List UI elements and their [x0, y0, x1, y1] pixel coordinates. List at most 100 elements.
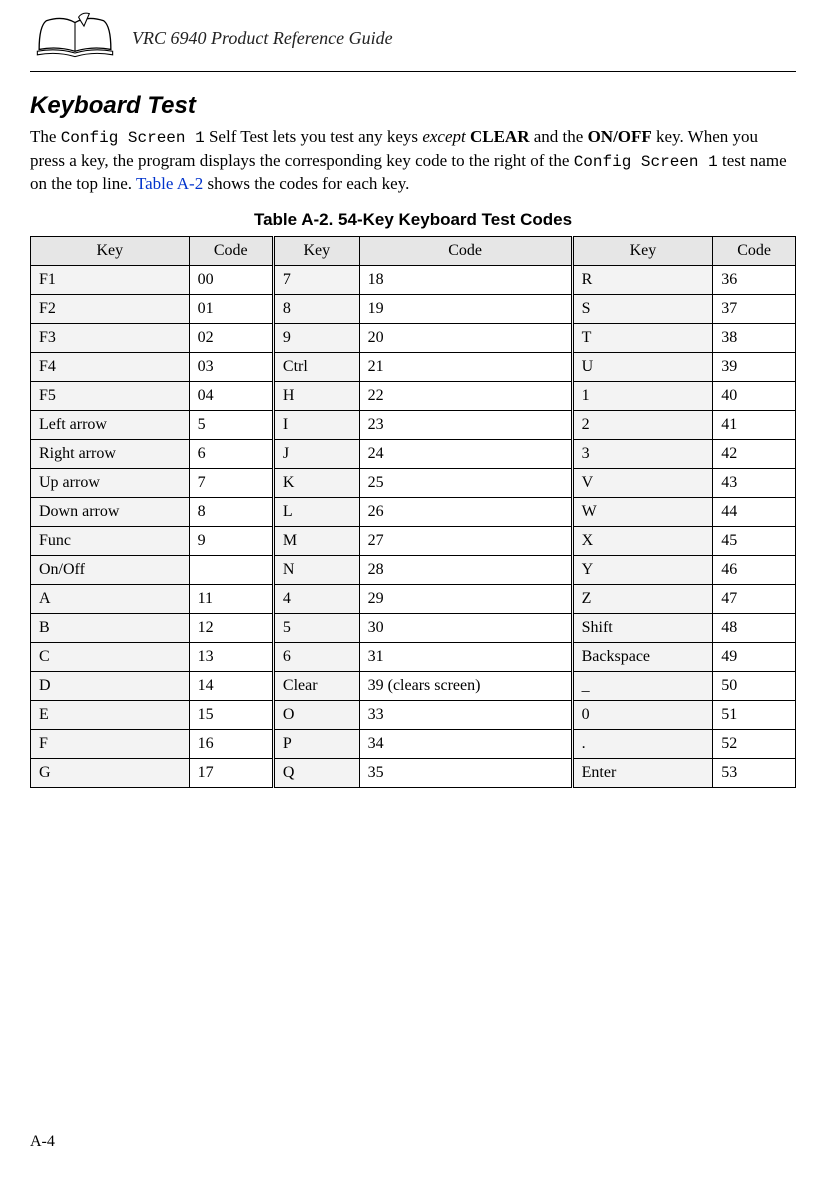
table-cell: 49	[713, 643, 796, 672]
text: The	[30, 127, 61, 146]
book-icon	[30, 10, 120, 67]
col-head-code: Code	[713, 237, 796, 266]
page-header: VRC 6940 Product Reference Guide	[30, 10, 796, 67]
table-cell: 4	[273, 585, 359, 614]
table-row: Left arrow5I23241	[31, 411, 796, 440]
table-row: F16P34.52	[31, 730, 796, 759]
table-cell: 9	[189, 527, 273, 556]
table-cell: B	[31, 614, 190, 643]
table-cell: 42	[713, 440, 796, 469]
table-row: E15O33051	[31, 701, 796, 730]
table-cell: F2	[31, 295, 190, 324]
col-head-key: Key	[273, 237, 359, 266]
table-cell: A	[31, 585, 190, 614]
section-heading: Keyboard Test	[30, 92, 796, 120]
table-cell: 46	[713, 556, 796, 585]
table-cell: M	[273, 527, 359, 556]
table-caption: Table A-2. 54-Key Keyboard Test Codes	[30, 210, 796, 230]
body-paragraph: The Config Screen 1 Self Test lets you t…	[30, 126, 796, 196]
table-cell: Q	[273, 759, 359, 788]
table-cell: 27	[359, 527, 572, 556]
table-cell: 17	[189, 759, 273, 788]
table-cell: 7	[273, 266, 359, 295]
table-cell: 48	[713, 614, 796, 643]
col-head-key: Key	[572, 237, 713, 266]
table-cell: 31	[359, 643, 572, 672]
table-cell: F4	[31, 353, 190, 382]
table-cell: D	[31, 672, 190, 701]
table-cell: K	[273, 469, 359, 498]
table-cell: 2	[572, 411, 713, 440]
table-cell: 44	[713, 498, 796, 527]
col-head-code: Code	[189, 237, 273, 266]
col-head-key: Key	[31, 237, 190, 266]
table-row: C13631Backspace49	[31, 643, 796, 672]
table-row: Right arrow6J24342	[31, 440, 796, 469]
table-cell	[189, 556, 273, 585]
table-row: Down arrow8L26W44	[31, 498, 796, 527]
header-underline	[30, 71, 796, 72]
table-cell: Left arrow	[31, 411, 190, 440]
table-cell: _	[572, 672, 713, 701]
table-cell: Enter	[572, 759, 713, 788]
table-cell: F1	[31, 266, 190, 295]
table-row: F403Ctrl21U39	[31, 353, 796, 382]
table-row: F302920T38	[31, 324, 796, 353]
table-cell: 5	[273, 614, 359, 643]
table-cell: 51	[713, 701, 796, 730]
table-cell: 36	[713, 266, 796, 295]
table-header-row: Key Code Key Code Key Code	[31, 237, 796, 266]
table-cell: Down arrow	[31, 498, 190, 527]
table-cell: Y	[572, 556, 713, 585]
table-cell: 3	[572, 440, 713, 469]
table-cell: Clear	[273, 672, 359, 701]
table-cell: Func	[31, 527, 190, 556]
table-cell: 28	[359, 556, 572, 585]
table-cell: 47	[713, 585, 796, 614]
table-cell: 04	[189, 382, 273, 411]
table-cell: 40	[713, 382, 796, 411]
table-cell: 39 (clears screen)	[359, 672, 572, 701]
table-cell: O	[273, 701, 359, 730]
table-cell: F5	[31, 382, 190, 411]
table-row: A11429Z47	[31, 585, 796, 614]
text: Self Test lets you test any keys	[205, 127, 423, 146]
table-cell: 14	[189, 672, 273, 701]
table-cell: 19	[359, 295, 572, 324]
table-cell: 26	[359, 498, 572, 527]
table-cell: W	[572, 498, 713, 527]
table-cell: 0	[572, 701, 713, 730]
table-cell: S	[572, 295, 713, 324]
table-cell: 16	[189, 730, 273, 759]
table-cell: 6	[189, 440, 273, 469]
table-cell: 37	[713, 295, 796, 324]
table-cell: 34	[359, 730, 572, 759]
table-cell: 33	[359, 701, 572, 730]
table-cell: 23	[359, 411, 572, 440]
table-cell: E	[31, 701, 190, 730]
table-cell: 39	[713, 353, 796, 382]
table-cell: 50	[713, 672, 796, 701]
table-cell: 45	[713, 527, 796, 556]
table-cell: 22	[359, 382, 572, 411]
table-cell: 53	[713, 759, 796, 788]
table-row: F504H22140	[31, 382, 796, 411]
table-reference-link[interactable]: Table A-2	[136, 174, 203, 193]
table-cell: 29	[359, 585, 572, 614]
table-cell: 1	[572, 382, 713, 411]
table-cell: 00	[189, 266, 273, 295]
table-cell: 38	[713, 324, 796, 353]
table-cell: 03	[189, 353, 273, 382]
table-cell: 8	[273, 295, 359, 324]
table-cell: U	[572, 353, 713, 382]
table-cell: Backspace	[572, 643, 713, 672]
table-cell: 13	[189, 643, 273, 672]
table-cell: 30	[359, 614, 572, 643]
table-cell: Right arrow	[31, 440, 190, 469]
table-row: G17Q35Enter53	[31, 759, 796, 788]
table-cell: X	[572, 527, 713, 556]
table-cell: 6	[273, 643, 359, 672]
table-cell: 8	[189, 498, 273, 527]
table-cell: N	[273, 556, 359, 585]
table-cell: F3	[31, 324, 190, 353]
